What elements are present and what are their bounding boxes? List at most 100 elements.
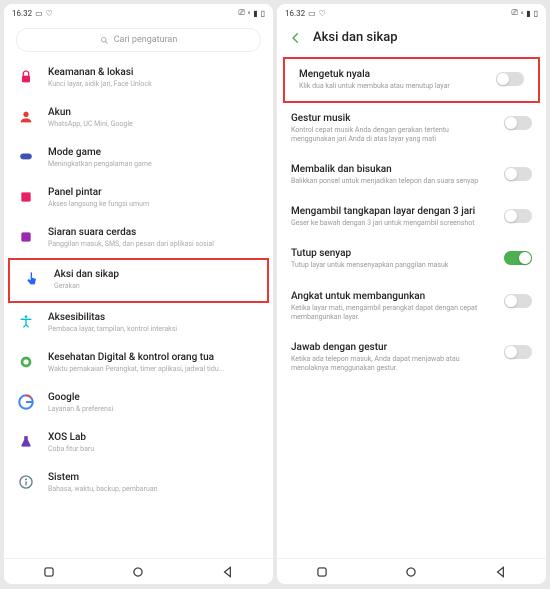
back-arrow-icon[interactable]: [289, 31, 303, 45]
item-title: Akun: [48, 107, 261, 118]
item-title: Siaran suara cerdas: [48, 227, 261, 238]
item-sistem[interactable]: Sistem Bahasa, waktu, backup, pembaruan: [4, 463, 273, 503]
recent-apps-icon[interactable]: [42, 565, 56, 579]
switch[interactable]: [504, 345, 532, 359]
battery-icon: ▯: [261, 9, 265, 18]
item-sub: WhatsApp, UC Mini, Google: [48, 120, 261, 129]
item-title: Aksi dan sikap: [54, 269, 255, 280]
item-kesehatan[interactable]: Kesehatan Digital & kontrol orang tua Wak…: [4, 343, 273, 383]
toggle-title: Jawab dengan gestur: [291, 342, 494, 353]
toggle-list: Mengetuk nyalaKlik dua kali untuk membuk…: [277, 53, 546, 558]
recent-apps-icon[interactable]: [315, 565, 329, 579]
toggle-tutup-senyap[interactable]: Tutup senyap Tutup layar untuk mensenyapk…: [277, 238, 546, 280]
gesture-icon: [24, 271, 40, 287]
wellbeing-icon: [18, 354, 34, 370]
toggle-sub: Kontrol cepat musik Anda dengan gerakan …: [291, 126, 494, 144]
item-title: XOS Lab: [48, 432, 261, 443]
item-akun[interactable]: Akun WhatsApp, UC Mini, Google: [4, 98, 273, 138]
toggle-sub: Tutup layar untuk mensenyapkan panggilan…: [291, 261, 494, 270]
switch[interactable]: [496, 72, 524, 86]
google-icon: [18, 394, 34, 410]
toggle-angkat[interactable]: Angkat untuk membangunkanKetika layar ma…: [277, 281, 546, 332]
switch[interactable]: [504, 116, 532, 130]
toggle-title: Angkat untuk membangunkan: [291, 291, 494, 302]
shield-icon: ♡: [319, 9, 326, 18]
status-icon-msg: ▭: [308, 9, 316, 18]
toggle-sub: Ketika ada telepon masuk, Anda dapat men…: [291, 355, 494, 373]
status-time: 16.32: [285, 9, 305, 18]
item-panel-pintar[interactable]: Panel pintarAkses langsung ke fungsi umu…: [4, 178, 273, 218]
home-icon[interactable]: [404, 565, 418, 579]
item-title: Google: [48, 392, 261, 403]
page-title: Aksi dan sikap: [313, 30, 398, 45]
item-sub: Bahasa, waktu, backup, pembaruan: [48, 485, 261, 494]
item-aksesibilitas[interactable]: Aksesibilitas Pembaca layar, tampilan, ko…: [4, 303, 273, 343]
toggle-title: Mengambil tangkapan layar dengan 3 jari: [291, 206, 494, 217]
switch[interactable]: [504, 251, 532, 265]
item-google[interactable]: Google Layanan & preferensi: [4, 383, 273, 423]
item-mode-game[interactable]: Mode game Meningkatkan pengalaman game: [4, 138, 273, 178]
wifi-icon: ⬫: [521, 8, 523, 18]
item-title: Kesehatan Digital & kontrol orang tua: [48, 352, 261, 363]
phone-left-settings: 16.32 ▭ ♡ ⎚ ⬫ ▮ ▯ Cari pengaturan Keaman…: [4, 4, 273, 584]
toggle-title: Membalik dan bisukan: [291, 164, 494, 175]
lock-icon: [18, 69, 34, 85]
item-sub: Kunci layar, sidik jari, Face Unlock: [48, 80, 261, 89]
toggle-sub: Balikkan ponsel untuk menjadikan telepon…: [291, 177, 494, 186]
toggle-membalik[interactable]: Membalik dan bisukan Balikkan ponsel untu…: [277, 154, 546, 196]
status-bar: 16.32 ▭ ♡ ⎚ ⬫ ▮ ▯: [4, 4, 273, 22]
signal-icon: ▮: [526, 9, 530, 18]
item-sub: Coba fitur baru: [48, 445, 261, 454]
switch[interactable]: [504, 294, 532, 308]
cast-icon: ⎚: [512, 8, 518, 18]
accessibility-icon: [18, 314, 34, 330]
item-sub: Layanan & preferensi: [48, 405, 261, 414]
item-sub: Akses langsung ke fungsi umum: [48, 200, 261, 209]
person-icon: [18, 109, 34, 125]
toggle-gestur-musik[interactable]: Gestur musik Kontrol cepat musik Anda den…: [277, 103, 546, 154]
switch[interactable]: [504, 209, 532, 223]
phone-right-aksi: 16.32 ▭ ♡ ⎚ ⬫ ▮ ▯ Aksi dan sikap Mengetu…: [277, 4, 546, 584]
back-icon[interactable]: [221, 565, 235, 579]
battery-icon: ▯: [534, 9, 538, 18]
item-aksi-dan-sikap[interactable]: Aksi dan sikap Gerakan: [8, 258, 269, 302]
search-placeholder: Cari pengaturan: [114, 35, 178, 45]
lab-icon: [19, 434, 33, 450]
wifi-icon: ⬫: [248, 8, 250, 18]
signal-icon: ▮: [253, 9, 257, 18]
toggle-title: Gestur musik: [291, 113, 494, 124]
item-xoslab[interactable]: XOS Lab Coba fitur baru: [4, 423, 273, 463]
item-title: Keamanan & lokasi: [48, 67, 261, 78]
nav-bar: [4, 558, 273, 584]
home-icon[interactable]: [131, 565, 145, 579]
toggle-screenshot[interactable]: Mengambil tangkapan layar dengan 3 jariG…: [277, 196, 546, 238]
shield-icon: ♡: [46, 9, 53, 18]
gamepad-icon: [17, 150, 35, 164]
toggle-title: Mengetuk nyala: [299, 69, 486, 80]
item-title: Aksesibilitas: [48, 312, 261, 323]
status-time: 16.32: [12, 9, 32, 18]
item-sub: Waktu pemakaian Perangkat, timer aplikas…: [48, 365, 261, 374]
back-icon[interactable]: [494, 565, 508, 579]
cast-icon: ⎚: [239, 8, 245, 18]
toggle-title: Tutup senyap: [291, 248, 494, 259]
settings-list: Keamanan & lokasi Kunci layar, sidik jari…: [4, 58, 273, 558]
item-sub: Pembaca layar, tampilan, kontrol interak…: [48, 325, 261, 334]
search-icon: [100, 36, 109, 45]
item-title: Sistem: [48, 472, 261, 483]
sound-icon: [19, 230, 33, 244]
switch[interactable]: [504, 167, 532, 181]
status-bar: 16.32 ▭ ♡ ⎚ ⬫ ▮ ▯: [277, 4, 546, 22]
status-icon-msg: ▭: [35, 9, 43, 18]
item-title: Mode game: [48, 147, 261, 158]
search-input[interactable]: Cari pengaturan: [16, 28, 261, 52]
toggle-jawab-gestur[interactable]: Jawab dengan gestur Ketika ada telepon ma…: [277, 332, 546, 383]
panel-icon: [19, 190, 33, 204]
toggle-mengetuk-nyala[interactable]: Mengetuk nyalaKlik dua kali untuk membuk…: [283, 57, 540, 103]
item-siaran[interactable]: Siaran suara cerdasPanggilan masuk, SMS,…: [4, 218, 273, 258]
item-keamanan[interactable]: Keamanan & lokasi Kunci layar, sidik jari…: [4, 58, 273, 98]
nav-bar: [277, 558, 546, 584]
item-sub: Gerakan: [54, 282, 255, 291]
item-sub: Meningkatkan pengalaman game: [48, 160, 261, 169]
page-header: Aksi dan sikap: [277, 22, 546, 53]
